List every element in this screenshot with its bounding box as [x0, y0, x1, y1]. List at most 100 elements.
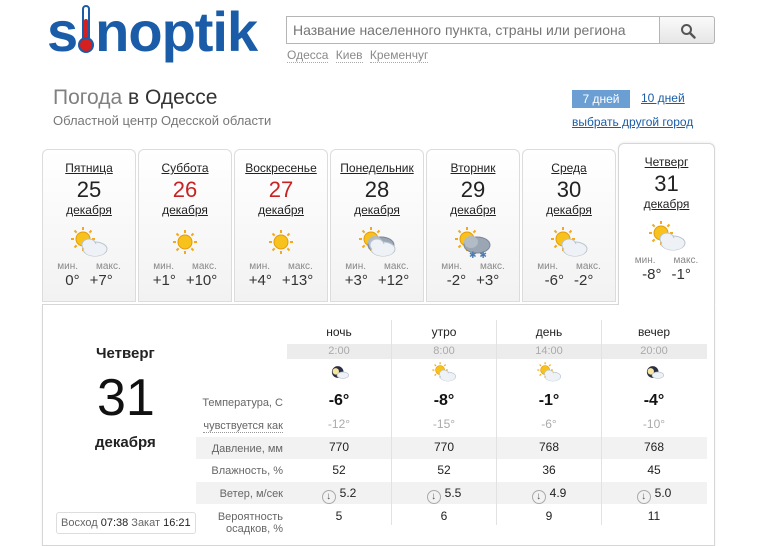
period-header: утро	[392, 325, 496, 339]
tab-max-label: макс.	[480, 261, 505, 272]
period-precip: 9	[545, 509, 553, 523]
wind-direction-icon: ↓	[636, 490, 651, 504]
tab-month[interactable]: декабря	[235, 203, 327, 217]
quick-link-kiev[interactable]: Киев	[335, 48, 363, 63]
quick-link-kremenchug[interactable]: Кременчуг	[369, 48, 429, 63]
seven-days-button[interactable]: 7 дней	[572, 90, 630, 108]
logo-prefix: s	[47, 0, 78, 63]
choose-other-city-link[interactable]: выбрать другой город	[572, 115, 693, 129]
partly-cloudy-icon	[647, 219, 687, 253]
period-time: 8:00	[433, 345, 455, 357]
tab-day-of-week[interactable]: Среда	[523, 161, 615, 175]
quick-link-odessa[interactable]: Одесса	[287, 48, 329, 63]
partly-cloudy-icon	[549, 225, 589, 259]
period-pressure-cell: 770	[392, 440, 496, 454]
period-icon-cell	[497, 361, 601, 388]
period-wind-cell: ↓ 4.9	[497, 486, 601, 504]
tab-day-of-week[interactable]: Суббота	[139, 161, 231, 175]
tab-day-of-week[interactable]: Воскресенье	[235, 161, 327, 175]
day-tab-6[interactable]: Четверг 31 декабря мин. макс. -8° -1°	[618, 143, 715, 305]
period-feels-like: -10°	[642, 417, 666, 431]
period-humidity: 52	[437, 463, 451, 477]
tab-day-of-week[interactable]: Пятница	[43, 161, 135, 175]
tab-max-label: макс.	[673, 255, 699, 266]
period-icon-cell	[287, 361, 391, 388]
ten-days-link[interactable]: 10 дней	[641, 91, 685, 105]
search-input[interactable]	[286, 16, 660, 44]
tab-max-temp: -1°	[671, 266, 691, 283]
day-tab-2[interactable]: Воскресенье 27 декабря мин. макс. +4° +13°	[234, 149, 328, 302]
day-tab-3[interactable]: Понедельник 28 декабря мин. макс. +3° +12°	[330, 149, 424, 302]
tab-month[interactable]: декабря	[331, 203, 423, 217]
day-tab-4[interactable]: Вторник 29 декабря ✱ ✱ мин. макс. -2° +3°	[426, 149, 520, 302]
period-icon-cell	[602, 361, 706, 388]
tab-month[interactable]: декабря	[427, 203, 519, 217]
sinoptik-logo[interactable]: s noptik	[47, 0, 258, 63]
wind-direction-icon: ↓	[321, 490, 336, 504]
period-wind-cell: ↓ 5.5	[392, 486, 496, 504]
period-header: день	[497, 325, 601, 339]
period-name: вечер	[637, 325, 671, 339]
tab-max-label: макс.	[192, 261, 217, 272]
tab-day-number: 28	[364, 177, 390, 202]
period-precip: 11	[647, 509, 661, 523]
period-pressure-cell: 768	[497, 440, 601, 454]
period-wind: 4.9	[549, 486, 567, 500]
period-humidity-cell: 45	[602, 463, 706, 477]
period-time: 20:00	[640, 345, 668, 357]
sun-icon	[261, 225, 301, 259]
period-feels-cell: -12°	[287, 417, 391, 431]
tab-max-temp: +12°	[377, 272, 410, 289]
period-pressure: 768	[643, 440, 665, 454]
period-name: утро	[431, 325, 457, 339]
tab-month[interactable]: декабря	[619, 197, 714, 211]
period-precip-cell: 11	[602, 509, 706, 523]
tab-day-of-week[interactable]: Четверг	[619, 155, 714, 169]
label-pressure: Давление, мм	[211, 443, 283, 455]
label-feels-like-text: чувствуется как	[203, 420, 283, 433]
partly-cloudy-icon	[69, 225, 109, 259]
period-feels-cell: -10°	[602, 417, 706, 431]
day-tab-1[interactable]: Суббота 26 декабря мин. макс. +1° +10°	[138, 149, 232, 302]
period-wind-cell: ↓ 5.0	[602, 486, 706, 504]
day-tab-0[interactable]: Пятница 25 декабря мин. макс. 0° +7°	[42, 149, 136, 302]
tab-min-temp: -8°	[642, 266, 662, 283]
period-wind: 5.2	[339, 486, 357, 500]
tab-min-label: мин.	[441, 261, 463, 272]
tab-month[interactable]: декабря	[43, 203, 135, 217]
tab-day-of-week[interactable]: Вторник	[427, 161, 519, 175]
tab-month[interactable]: декабря	[139, 203, 231, 217]
label-humidity: Влажность, %	[211, 465, 283, 477]
thermometer-icon	[78, 5, 95, 53]
label-temperature: Температура, С	[202, 397, 283, 409]
period-time: 2:00	[328, 345, 350, 357]
tab-day-of-week[interactable]: Понедельник	[331, 161, 423, 175]
period-feels-cell: -15°	[392, 417, 496, 431]
label-feels-like[interactable]: чувствуется как	[43, 420, 283, 433]
tab-min-temp: -6°	[544, 272, 564, 289]
period-temp-cell: -1°	[497, 392, 601, 410]
tab-min-label: мин.	[153, 261, 175, 272]
tab-min-temp: +1°	[152, 272, 176, 289]
detail-day-of-week: Четверг	[96, 345, 155, 362]
search-icon	[681, 24, 696, 39]
cloudy-icon	[357, 225, 397, 259]
title-main: в Одессе	[127, 86, 218, 109]
period-humidity: 36	[542, 463, 556, 477]
sun-icon	[165, 225, 205, 259]
period-time-cell: 8:00	[392, 345, 496, 357]
page-title: Погода в Одессе	[53, 86, 217, 110]
period-humidity: 45	[647, 463, 661, 477]
label-precip-line2: осадков, %	[226, 523, 283, 535]
period-time-cell: 2:00	[287, 345, 391, 357]
period-temp-cell: -8°	[392, 392, 496, 410]
day-tab-5[interactable]: Среда 30 декабря мин. макс. -6° -2°	[522, 149, 616, 302]
label-precip-line1: Вероятность	[217, 511, 283, 523]
search-button[interactable]	[659, 16, 715, 44]
period-header: вечер	[602, 325, 706, 339]
tab-max-temp: +13°	[281, 272, 314, 289]
tab-day-number: 30	[556, 177, 582, 202]
logo-suffix: noptik	[95, 0, 258, 63]
tab-month[interactable]: декабря	[523, 203, 615, 217]
tab-min-label: мин.	[57, 261, 79, 272]
